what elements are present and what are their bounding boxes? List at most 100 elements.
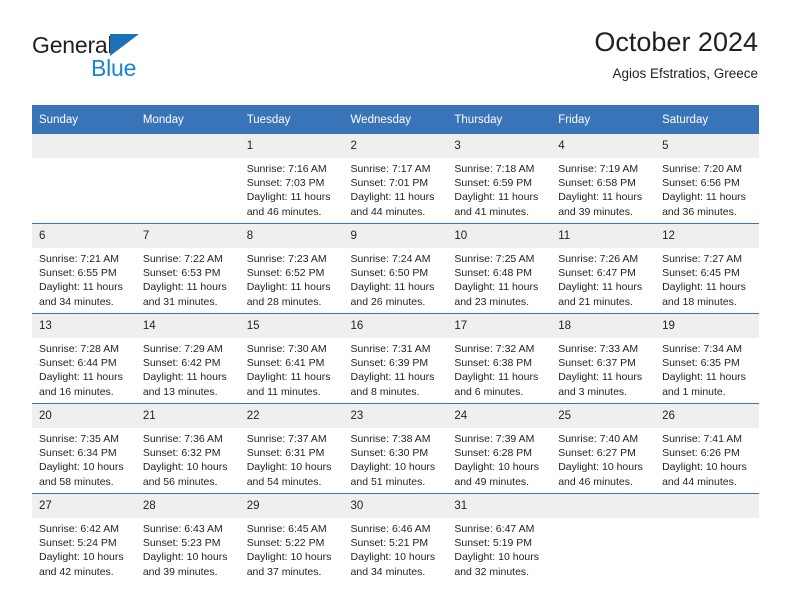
day-cell[interactable]: 24 Sunrise: 7:39 AM Sunset: 6:28 PM Dayl… [447,403,552,494]
page-title: October 2024 [594,27,758,57]
day-details: Sunrise: 7:35 AM Sunset: 6:34 PM Dayligh… [32,428,136,489]
day-details: Sunrise: 6:46 AM Sunset: 5:21 PM Dayligh… [344,518,448,579]
day-cell[interactable]: 15 Sunrise: 7:30 AM Sunset: 6:41 PM Dayl… [239,313,344,404]
sunrise-text: Sunrise: 7:28 AM [39,343,119,355]
sunrise-text: Sunrise: 7:16 AM [246,163,327,175]
daylight-text-line2: and 28 minutes. [246,295,322,308]
sunset-text: Sunset: 7:03 PM [246,177,325,190]
sunset-text: Sunset: 6:34 PM [39,447,117,460]
day-cell[interactable]: 3 Sunrise: 7:18 AM Sunset: 6:59 PM Dayli… [447,134,552,224]
day-details: Sunrise: 7:21 AM Sunset: 6:55 PM Dayligh… [32,248,136,309]
day-number: 18 [551,314,656,338]
day-number: 6 [32,224,136,248]
day-cell[interactable]: 13 Sunrise: 7:28 AM Sunset: 6:44 PM Dayl… [32,313,136,404]
sunrise-text: Sunrise: 7:33 AM [558,343,639,355]
day-number [551,494,656,518]
day-cell[interactable]: 5 Sunrise: 7:20 AM Sunset: 6:56 PM Dayli… [655,134,759,224]
day-number: 13 [32,314,136,338]
daylight-text-line1: Daylight: 11 hours [246,191,331,204]
calendar-week-row: 1 Sunrise: 7:16 AM Sunset: 7:03 PM Dayli… [32,134,759,224]
day-cell[interactable]: 21 Sunrise: 7:36 AM Sunset: 6:32 PM Dayl… [135,403,240,494]
day-cell[interactable]: 14 Sunrise: 7:29 AM Sunset: 6:42 PM Dayl… [135,313,240,404]
weekday-header-monday: Monday [135,105,240,134]
day-number: 23 [343,404,448,428]
sunset-text: Sunset: 6:41 PM [246,357,325,370]
sunset-text: Sunset: 6:35 PM [662,357,740,370]
sunset-text: Sunset: 6:52 PM [246,267,325,280]
day-cell[interactable]: 17 Sunrise: 7:32 AM Sunset: 6:38 PM Dayl… [447,313,552,404]
calendar-week-row: 27 Sunrise: 6:42 AM Sunset: 5:24 PM Dayl… [32,493,759,583]
day-number: 16 [343,314,448,338]
day-cell[interactable]: 9 Sunrise: 7:24 AM Sunset: 6:50 PM Dayli… [343,223,448,314]
day-cell[interactable]: 18 Sunrise: 7:33 AM Sunset: 6:37 PM Dayl… [551,313,656,404]
day-details: Sunrise: 7:27 AM Sunset: 6:45 PM Dayligh… [655,248,759,309]
day-cell[interactable]: 25 Sunrise: 7:40 AM Sunset: 6:27 PM Dayl… [551,403,656,494]
day-details: Sunrise: 7:28 AM Sunset: 6:44 PM Dayligh… [32,338,136,399]
day-number [135,134,240,158]
day-number [32,134,136,158]
daylight-text-line2: and 36 minutes. [662,205,737,218]
sunrise-text: Sunrise: 7:27 AM [662,253,743,265]
daylight-text-line1: Daylight: 11 hours [662,371,746,384]
day-cell[interactable] [655,493,759,583]
day-cell[interactable]: 22 Sunrise: 7:37 AM Sunset: 6:31 PM Dayl… [239,403,344,494]
sunset-text: Sunset: 6:30 PM [350,447,429,460]
day-cell[interactable]: 29 Sunrise: 6:45 AM Sunset: 5:22 PM Dayl… [239,493,344,583]
day-cell[interactable]: 7 Sunrise: 7:22 AM Sunset: 6:53 PM Dayli… [135,223,240,314]
daylight-text-line1: Daylight: 11 hours [662,281,746,294]
daylight-text-line1: Daylight: 10 hours [39,551,124,564]
sunrise-text: Sunrise: 7:23 AM [246,253,327,265]
day-cell[interactable]: 23 Sunrise: 7:38 AM Sunset: 6:30 PM Dayl… [343,403,448,494]
day-cell[interactable]: 10 Sunrise: 7:25 AM Sunset: 6:48 PM Dayl… [447,223,552,314]
daylight-text-line1: Daylight: 10 hours [142,461,228,474]
sunset-text: Sunset: 6:31 PM [246,447,325,460]
day-cell[interactable]: 20 Sunrise: 7:35 AM Sunset: 6:34 PM Dayl… [32,403,136,494]
day-number: 11 [551,224,656,248]
sunrise-text: Sunrise: 7:20 AM [662,163,743,175]
day-cell[interactable]: 2 Sunrise: 7:17 AM Sunset: 7:01 PM Dayli… [343,134,448,224]
calendar-table: Sunday Monday Tuesday Wednesday Thursday… [32,105,759,583]
day-cell[interactable] [32,134,136,224]
daylight-text-line1: Daylight: 10 hours [39,461,124,474]
sunrise-text: Sunrise: 6:45 AM [246,523,327,535]
daylight-text-line1: Daylight: 11 hours [350,281,435,294]
day-number: 22 [239,404,344,428]
sunset-text: Sunset: 6:42 PM [142,357,221,370]
sunrise-text: Sunrise: 7:39 AM [454,433,535,445]
day-cell[interactable]: 30 Sunrise: 6:46 AM Sunset: 5:21 PM Dayl… [343,493,448,583]
sunset-text: Sunset: 6:37 PM [558,357,636,370]
sunset-text: Sunset: 6:53 PM [142,267,221,280]
daylight-text-line1: Daylight: 10 hours [662,461,747,474]
day-cell[interactable]: 19 Sunrise: 7:34 AM Sunset: 6:35 PM Dayl… [655,313,759,404]
day-details: Sunrise: 7:16 AM Sunset: 7:03 PM Dayligh… [240,158,344,219]
calendar-week-row: 6 Sunrise: 7:21 AM Sunset: 6:55 PM Dayli… [32,223,759,314]
calendar-week-row: 13 Sunrise: 7:28 AM Sunset: 6:44 PM Dayl… [32,313,759,404]
day-cell[interactable]: 8 Sunrise: 7:23 AM Sunset: 6:52 PM Dayli… [239,223,344,314]
day-cell[interactable]: 26 Sunrise: 7:41 AM Sunset: 6:26 PM Dayl… [655,403,759,494]
daylight-text-line2: and 1 minute. [662,385,726,398]
sunrise-text: Sunrise: 7:36 AM [142,433,223,445]
day-cell[interactable]: 27 Sunrise: 6:42 AM Sunset: 5:24 PM Dayl… [32,493,136,583]
day-cell[interactable]: 4 Sunrise: 7:19 AM Sunset: 6:58 PM Dayli… [551,134,656,224]
daylight-text-line2: and 32 minutes. [454,565,530,578]
day-cell[interactable]: 31 Sunrise: 6:47 AM Sunset: 5:19 PM Dayl… [447,493,552,583]
weekday-header-sunday: Sunday [32,105,136,134]
sunset-text: Sunset: 5:24 PM [39,537,117,550]
day-cell[interactable]: 1 Sunrise: 7:16 AM Sunset: 7:03 PM Dayli… [239,134,344,224]
daylight-text-line1: Daylight: 11 hours [454,191,539,204]
day-cell[interactable] [551,493,656,583]
day-cell[interactable]: 28 Sunrise: 6:43 AM Sunset: 5:23 PM Dayl… [135,493,240,583]
day-cell[interactable]: 16 Sunrise: 7:31 AM Sunset: 6:39 PM Dayl… [343,313,448,404]
day-cell[interactable]: 11 Sunrise: 7:26 AM Sunset: 6:47 PM Dayl… [551,223,656,314]
day-details: Sunrise: 7:30 AM Sunset: 6:41 PM Dayligh… [240,338,344,399]
daylight-text-line2: and 49 minutes. [454,475,530,488]
sunset-text: Sunset: 6:50 PM [350,267,429,280]
sunrise-text: Sunrise: 7:21 AM [39,253,119,265]
sunrise-text: Sunrise: 7:25 AM [454,253,535,265]
day-details: Sunrise: 7:26 AM Sunset: 6:47 PM Dayligh… [551,248,655,309]
day-cell[interactable]: 6 Sunrise: 7:21 AM Sunset: 6:55 PM Dayli… [32,223,136,314]
day-cell[interactable]: 12 Sunrise: 7:27 AM Sunset: 6:45 PM Dayl… [655,223,759,314]
day-cell[interactable] [135,134,240,224]
day-number: 7 [135,224,240,248]
daylight-text-line1: Daylight: 10 hours [454,461,540,474]
